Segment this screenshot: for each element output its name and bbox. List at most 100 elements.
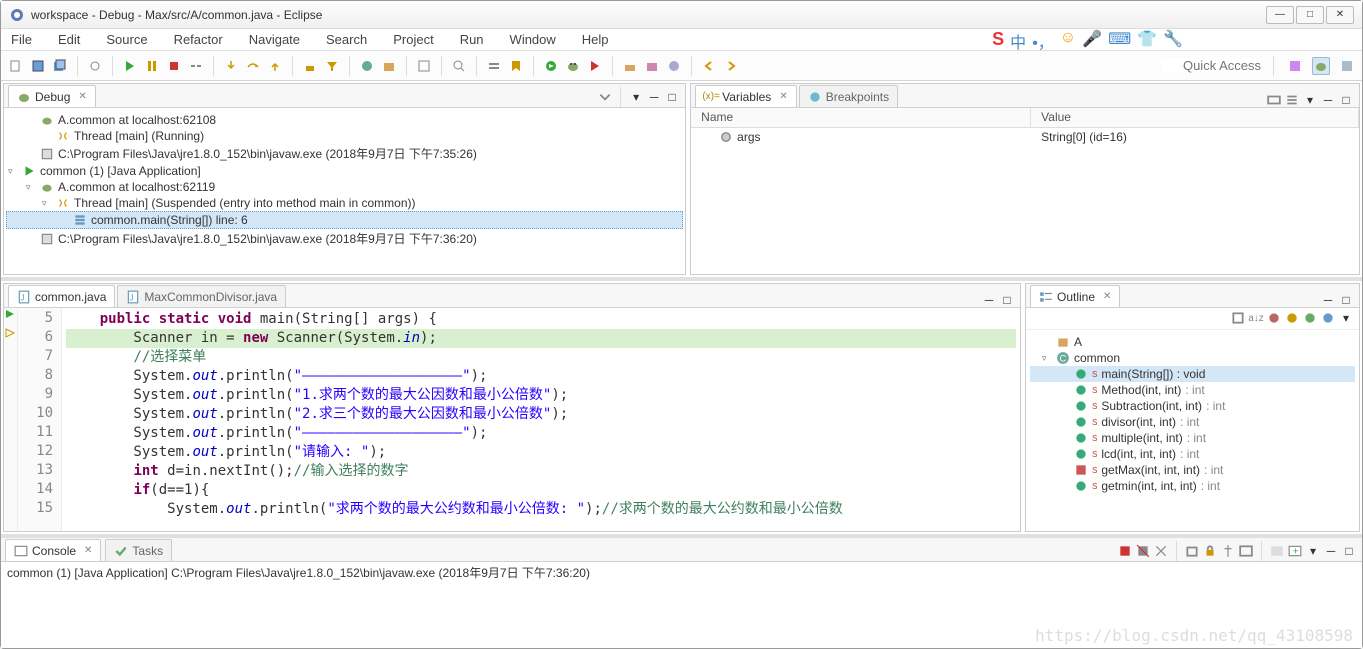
- outline-item[interactable]: Sdivisor(int, int) : int: [1030, 414, 1355, 430]
- show-type-icon[interactable]: [1267, 93, 1281, 107]
- focus-icon[interactable]: [1231, 311, 1245, 325]
- outline-item[interactable]: Smultiple(int, int) : int: [1030, 430, 1355, 446]
- ime-skin-icon[interactable]: 👕: [1137, 29, 1157, 53]
- terminate-button[interactable]: [165, 57, 183, 75]
- maximize-view-icon[interactable]: □: [1342, 544, 1356, 558]
- outline-tree[interactable]: A▿CcommonSmain(String[]) : voidSMethod(i…: [1026, 330, 1359, 531]
- clear-console-icon[interactable]: [1185, 544, 1199, 558]
- scroll-lock-icon[interactable]: [1203, 544, 1217, 558]
- maximize-view-icon[interactable]: □: [1000, 293, 1014, 307]
- menu-refactor[interactable]: Refactor: [170, 30, 227, 49]
- outline-item[interactable]: Smain(String[]) : void: [1030, 366, 1355, 382]
- back-button[interactable]: [700, 57, 718, 75]
- new-project-button[interactable]: [643, 57, 661, 75]
- minimize-view-icon[interactable]: ─: [982, 293, 996, 307]
- disconnect-button[interactable]: [187, 57, 205, 75]
- maximize-button[interactable]: □: [1296, 6, 1324, 24]
- menu-run[interactable]: Run: [456, 30, 488, 49]
- run-last-button[interactable]: [586, 57, 604, 75]
- sogou-icon[interactable]: S: [992, 29, 1004, 53]
- hide-local-icon[interactable]: [1321, 311, 1335, 325]
- tab-tasks[interactable]: Tasks: [105, 539, 172, 561]
- tab-console[interactable]: Console ✕: [5, 539, 101, 561]
- menu-search[interactable]: Search: [322, 30, 371, 49]
- new-console-icon[interactable]: +: [1288, 544, 1302, 558]
- debug-tree-item[interactable]: C:\Program Files\Java\jre1.8.0_152\bin\j…: [6, 229, 683, 248]
- outline-item[interactable]: Slcd(int, int, int) : int: [1030, 446, 1355, 462]
- debug-dropdown-button[interactable]: [542, 57, 560, 75]
- close-tab-icon[interactable]: ✕: [1103, 291, 1111, 302]
- search-button[interactable]: [450, 57, 468, 75]
- minimize-view-icon[interactable]: ─: [1324, 544, 1338, 558]
- open-type-button[interactable]: [415, 57, 433, 75]
- variable-row[interactable]: argsString[0] (id=16): [691, 128, 1359, 146]
- maximize-view-icon[interactable]: □: [1339, 293, 1353, 307]
- menu-edit[interactable]: Edit: [54, 30, 84, 49]
- open-task-button[interactable]: [665, 57, 683, 75]
- ime-punct-icon[interactable]: •，: [1032, 29, 1054, 53]
- outline-item[interactable]: SSubtraction(int, int) : int: [1030, 398, 1355, 414]
- close-tab-icon[interactable]: ✕: [78, 91, 86, 102]
- pin-console-icon[interactable]: [1221, 544, 1235, 558]
- minimize-view-icon[interactable]: ─: [647, 90, 661, 104]
- minimize-button[interactable]: —: [1266, 6, 1294, 24]
- hide-fields-icon[interactable]: [1267, 311, 1281, 325]
- tab-outline[interactable]: Outline ✕: [1030, 285, 1120, 307]
- close-button[interactable]: ✕: [1326, 6, 1354, 24]
- hide-static-icon[interactable]: [1285, 311, 1299, 325]
- collapse-all-icon[interactable]: [598, 90, 612, 104]
- new-button[interactable]: [7, 57, 25, 75]
- perspective-other-button[interactable]: [1338, 57, 1356, 75]
- use-step-filters-button[interactable]: [323, 57, 341, 75]
- terminate-icon[interactable]: [1118, 544, 1132, 558]
- outline-item[interactable]: SgetMax(int, int, int) : int: [1030, 462, 1355, 478]
- outline-item[interactable]: SMethod(int, int) : int: [1030, 382, 1355, 398]
- debug-tree-item[interactable]: A.common at localhost:62108: [6, 112, 683, 128]
- minimize-view-icon[interactable]: ─: [1321, 93, 1335, 107]
- display-selected-icon[interactable]: [1239, 544, 1253, 558]
- open-console-icon[interactable]: [1270, 544, 1284, 558]
- ime-smile-icon[interactable]: ☺: [1060, 29, 1076, 53]
- vars-table-body[interactable]: argsString[0] (id=16): [691, 128, 1359, 274]
- menu-window[interactable]: Window: [506, 30, 560, 49]
- col-value[interactable]: Value: [1031, 108, 1359, 127]
- save-all-button[interactable]: [51, 57, 69, 75]
- menu-project[interactable]: Project: [389, 30, 437, 49]
- run-dropdown-button[interactable]: [564, 57, 582, 75]
- minimize-view-icon[interactable]: ─: [1321, 293, 1335, 307]
- step-into-button[interactable]: [222, 57, 240, 75]
- outline-item[interactable]: A: [1030, 334, 1355, 350]
- toggle-mark-button[interactable]: [507, 57, 525, 75]
- tab-debug[interactable]: Debug ✕: [8, 85, 96, 107]
- tab-variables[interactable]: (x)= Variables ✕: [695, 85, 797, 107]
- debug-tree[interactable]: A.common at localhost:62108Thread [main]…: [4, 108, 685, 274]
- sort-icon[interactable]: a↓z: [1249, 311, 1263, 325]
- outline-item[interactable]: ▿Ccommon: [1030, 350, 1355, 366]
- step-return-button[interactable]: [266, 57, 284, 75]
- view-menu-icon[interactable]: ▾: [629, 90, 643, 104]
- close-tab-icon[interactable]: ✕: [84, 545, 92, 556]
- suspend-button[interactable]: [143, 57, 161, 75]
- menu-source[interactable]: Source: [102, 30, 151, 49]
- step-over-button[interactable]: [244, 57, 262, 75]
- remove-terminated-icon[interactable]: [1136, 544, 1150, 558]
- quick-access-input[interactable]: [1161, 58, 1261, 73]
- tab-common-java[interactable]: J common.java: [8, 285, 115, 307]
- toggle-breadcrumb-button[interactable]: [485, 57, 503, 75]
- show-logical-icon[interactable]: [1285, 93, 1299, 107]
- forward-button[interactable]: [722, 57, 740, 75]
- perspective-debug-button[interactable]: [1312, 57, 1330, 75]
- close-tab-icon[interactable]: ✕: [779, 91, 787, 102]
- link-icon[interactable]: ▾: [1339, 311, 1353, 325]
- menu-navigate[interactable]: Navigate: [245, 30, 304, 49]
- ime-tool-icon[interactable]: 🔧: [1163, 29, 1183, 53]
- debug-tree-item[interactable]: common.main(String[]) line: 6: [6, 211, 683, 229]
- titlebar[interactable]: workspace - Debug - Max/src/A/common.jav…: [1, 1, 1362, 29]
- perspective-java-button[interactable]: [1286, 57, 1304, 75]
- debug-tree-item[interactable]: C:\Program Files\Java\jre1.8.0_152\bin\j…: [6, 144, 683, 163]
- debug-tree-item[interactable]: Thread [main] (Running): [6, 128, 683, 144]
- drop-to-frame-button[interactable]: [301, 57, 319, 75]
- maximize-view-icon[interactable]: □: [665, 90, 679, 104]
- new-package-button[interactable]: [380, 57, 398, 75]
- ime-voice-icon[interactable]: 🎤: [1082, 29, 1102, 53]
